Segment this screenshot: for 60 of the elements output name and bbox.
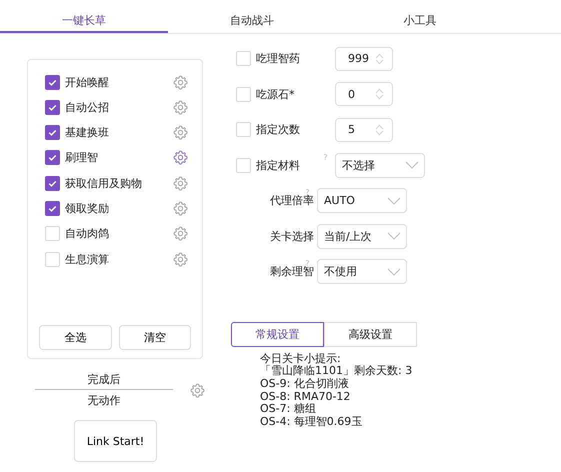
chevron-down-icon	[387, 268, 401, 276]
number-field[interactable]: 0	[335, 82, 393, 106]
gear-icon[interactable]	[173, 125, 188, 140]
panel-button[interactable]: 清空	[118, 325, 191, 350]
gear-icon[interactable]	[190, 382, 205, 398]
tip-line: 今日关卡小提示:	[260, 352, 342, 365]
gear-icon[interactable]	[173, 176, 188, 191]
option-label: 吃源石*	[256, 86, 296, 102]
checkbox[interactable]	[45, 125, 60, 140]
settings-tab[interactable]: 高级设置	[324, 322, 417, 346]
task-label[interactable]: 获取信用及购物	[65, 176, 173, 191]
settings-tab[interactable]: 常规设置	[231, 322, 324, 346]
checkbox[interactable]	[45, 176, 60, 191]
spinner-arrows-icon[interactable]	[375, 122, 384, 136]
chevron-down-icon	[405, 161, 419, 169]
checkbox[interactable]	[45, 150, 60, 166]
option-label: 吃理智药	[256, 51, 301, 66]
checkbox[interactable]	[45, 74, 60, 90]
tip-line: OS-8: RMA70-12	[260, 390, 352, 403]
dropdown[interactable]: 不使用	[317, 259, 407, 284]
gear-icon[interactable]	[173, 226, 188, 242]
number-field[interactable]: 5	[335, 118, 393, 142]
task-label[interactable]: 自动肉鸽	[65, 226, 173, 242]
tab[interactable]: 自动战斗	[168, 10, 336, 33]
dropdown[interactable]: 当前/上次	[317, 224, 407, 248]
start-button[interactable]: Link Start!	[74, 420, 157, 462]
panel-button[interactable]: 全选	[39, 325, 112, 350]
gear-icon[interactable]	[173, 200, 188, 216]
task-label[interactable]: 刷理智	[65, 150, 173, 166]
checkbox[interactable]	[45, 200, 60, 216]
tip-line: 「雪山降临1101」剩余天数: 3	[260, 365, 414, 378]
after-finish-label: 完成后	[35, 372, 173, 390]
tip-line: OS-4: 每理智0.69玉	[260, 416, 364, 429]
checkbox[interactable]	[45, 100, 60, 115]
option-label: 指定材料	[256, 158, 301, 172]
number-field[interactable]: 999	[335, 46, 393, 70]
tip-line: OS-9: 化合切削液	[260, 378, 350, 391]
task-label[interactable]: 自动公招	[65, 100, 173, 115]
option-label: 关卡选择	[269, 228, 314, 244]
gear-icon[interactable]	[173, 252, 188, 267]
option-label: 剩余理智	[269, 265, 314, 279]
task-label[interactable]: 生息演算	[65, 252, 173, 267]
dropdown[interactable]: AUTO	[317, 188, 407, 213]
tab[interactable]: 小工具	[336, 10, 504, 33]
after-finish-value[interactable]: 无动作	[88, 390, 120, 408]
spinner-arrows-icon[interactable]	[375, 52, 384, 66]
task-label[interactable]: 基建换班	[65, 125, 173, 140]
option-label: 指定次数	[256, 122, 301, 137]
task-label[interactable]: 领取奖励	[65, 200, 173, 216]
task-label[interactable]: 开始唤醒	[65, 74, 173, 90]
tab[interactable]: 一键长草	[0, 10, 168, 33]
gear-icon[interactable]	[173, 74, 188, 90]
chevron-down-icon	[387, 232, 401, 240]
tip-line: OS-7: 糖组	[260, 403, 317, 416]
dropdown[interactable]: 不选择	[335, 152, 425, 178]
gear-icon[interactable]	[173, 150, 188, 166]
spinner-arrows-icon[interactable]	[375, 87, 384, 101]
chevron-down-icon	[387, 196, 401, 204]
option-label: 代理倍率	[269, 194, 314, 208]
gear-icon[interactable]	[173, 100, 188, 115]
